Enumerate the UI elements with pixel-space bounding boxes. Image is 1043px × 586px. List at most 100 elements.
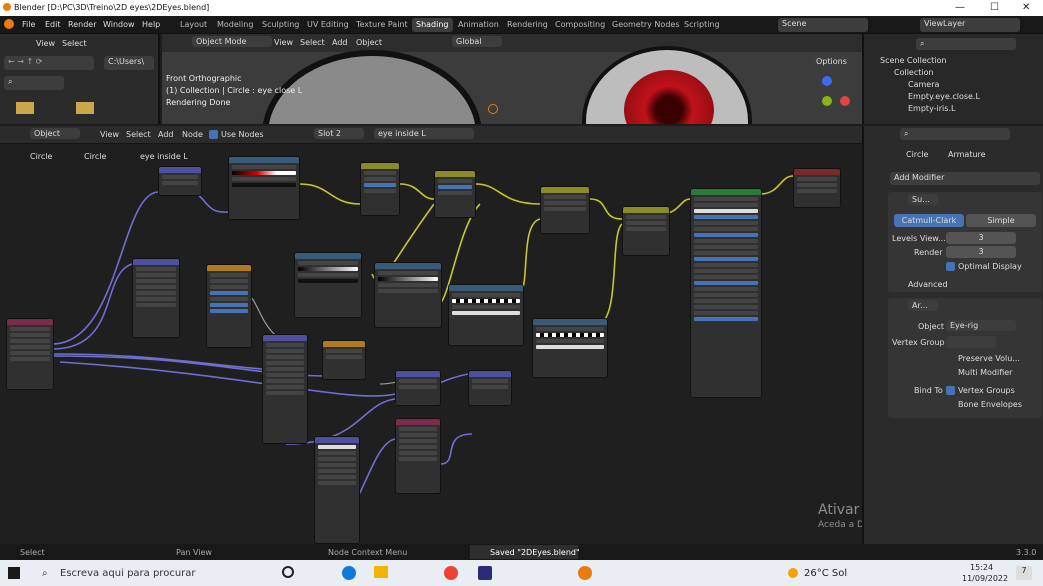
ne-menu-select[interactable]: Select (126, 130, 151, 139)
vp-menu-select[interactable]: Select (300, 38, 325, 47)
fb-select-menu[interactable]: Select (62, 39, 87, 48)
tab-compositing[interactable]: Compositing (551, 18, 609, 32)
object-type-selector[interactable]: Object (30, 128, 80, 139)
outliner-item[interactable]: Collection (894, 68, 934, 77)
notification-icon[interactable]: 7 (1016, 566, 1032, 580)
transform-orientation[interactable]: Global (452, 36, 502, 47)
gizmo-z-icon[interactable] (822, 76, 832, 86)
tab-modeling[interactable]: Modeling (213, 18, 257, 32)
props-search[interactable]: ⌕ (900, 128, 1010, 140)
gradient-texture-node[interactable] (322, 340, 366, 380)
overlay-node-1[interactable] (360, 162, 400, 216)
file-explorer-icon[interactable] (374, 566, 388, 578)
taskbar-search-box[interactable]: Escreva aqui para procurar (60, 568, 196, 579)
outliner-item[interactable]: Camera (908, 80, 939, 89)
colorramp-node-4[interactable] (448, 284, 524, 346)
clock-time[interactable]: 15:24 (970, 563, 993, 572)
fb-nav-buttons[interactable]: ← → ↑ ⟳ (4, 56, 94, 70)
options-button[interactable]: Options (812, 56, 851, 67)
subsurf-name-field[interactable]: Su... (908, 194, 938, 205)
search-icon[interactable]: ⌕ (42, 568, 48, 579)
texture-coordinate-node-2[interactable] (395, 418, 441, 494)
vertex-groups-checkbox[interactable] (946, 386, 955, 395)
advanced-subpanel[interactable]: Advanced (908, 280, 948, 289)
cortana-icon[interactable] (282, 566, 294, 578)
navigation-gizmo[interactable] (804, 74, 854, 114)
folder-icon[interactable] (16, 102, 34, 114)
simple-tab[interactable]: Simple (966, 214, 1036, 227)
colorramp-node[interactable] (228, 156, 300, 220)
clock-date[interactable]: 11/09/2022 (962, 574, 1008, 583)
node-editor-canvas[interactable]: Circle Circle eye inside L Ativar Aceda … (0, 144, 862, 544)
chrome-icon[interactable] (444, 566, 458, 580)
fb-search-field[interactable]: ⌕ (4, 76, 64, 90)
tab-shading[interactable]: Shading (412, 18, 453, 32)
mode-selector[interactable]: Object Mode (192, 36, 272, 47)
view-layer-selector[interactable]: ViewLayer (920, 18, 1020, 32)
outliner-search[interactable]: ⌕ (916, 38, 1016, 50)
tab-animation[interactable]: Animation (454, 18, 503, 32)
3d-cursor-icon[interactable] (488, 104, 498, 114)
menu-window[interactable]: Window (103, 20, 135, 29)
principled-bsdf-node[interactable] (690, 188, 762, 398)
levels-viewport-field[interactable]: 3 (946, 232, 1016, 244)
menu-edit[interactable]: Edit (45, 20, 61, 29)
folder-icon[interactable] (76, 102, 94, 114)
fb-view-menu[interactable]: View (36, 39, 55, 48)
optimal-display-checkbox[interactable] (946, 262, 955, 271)
colorramp-node-2[interactable] (294, 252, 362, 318)
outliner-item[interactable]: Scene Collection (880, 56, 947, 65)
multi-modifier-label[interactable]: Multi Modifier (958, 368, 1012, 377)
use-nodes-checkbox[interactable] (209, 130, 218, 139)
tab-texture-paint[interactable]: Texture Paint (352, 18, 412, 32)
outliner-item[interactable]: Empty-iris.L (908, 104, 955, 113)
weather-text[interactable]: 26°C Sol (804, 568, 847, 579)
overlay-node-2[interactable] (434, 170, 476, 218)
ne-menu-add[interactable]: Add (158, 130, 174, 139)
windows-start-icon[interactable] (8, 567, 20, 579)
mapping-node-3[interactable] (314, 436, 360, 544)
gizmo-x-icon[interactable] (840, 96, 850, 106)
mapping-node-2[interactable] (262, 334, 308, 444)
gizmo-y-icon[interactable] (822, 96, 832, 106)
separate-xyz-node[interactable] (468, 370, 512, 406)
vp-menu-object[interactable]: Object (356, 38, 382, 47)
edge-icon[interactable] (342, 566, 356, 580)
mix-node-1[interactable] (540, 186, 590, 234)
voronoi-texture-node[interactable] (206, 264, 252, 348)
menu-file[interactable]: File (22, 20, 35, 29)
scene-selector[interactable]: Scene (778, 18, 868, 32)
close-button[interactable]: ✕ (1022, 2, 1030, 13)
fb-path-field[interactable]: C:\Users\ (104, 56, 154, 70)
blender-menu-icon[interactable] (4, 19, 14, 29)
blender-taskbar-icon[interactable] (578, 566, 592, 580)
tab-uv-editing[interactable]: UV Editing (303, 18, 353, 32)
add-modifier-button[interactable]: Add Modifier (890, 172, 1040, 185)
menu-render[interactable]: Render (68, 20, 96, 29)
slot-selector[interactable]: Slot 2 (314, 128, 364, 139)
catmull-clark-tab[interactable]: Catmull-Clark (894, 214, 964, 227)
tab-sculpting[interactable]: Sculpting (258, 18, 303, 32)
vp-menu-view[interactable]: View (274, 38, 293, 47)
ne-menu-view[interactable]: View (100, 130, 119, 139)
vertex-group-field[interactable] (946, 336, 996, 348)
render-levels-field[interactable]: 3 (946, 246, 1016, 258)
colorramp-node-5[interactable] (532, 318, 608, 378)
tab-geometry-nodes[interactable]: Geometry Nodes (608, 18, 683, 32)
3d-viewport[interactable]: Object Mode View Select Add Object Globa… (162, 34, 862, 124)
mapping-node[interactable] (132, 258, 180, 338)
length-node[interactable] (158, 166, 202, 196)
premiere-icon[interactable] (478, 566, 492, 580)
vp-menu-add[interactable]: Add (332, 38, 348, 47)
colorramp-node-3[interactable] (374, 262, 442, 328)
armature-name-field[interactable]: Ar... (908, 300, 938, 311)
tab-scripting[interactable]: Scripting (680, 18, 724, 32)
material-selector[interactable]: eye inside L (374, 128, 474, 139)
maximize-button[interactable]: ☐ (990, 2, 999, 13)
preserve-volume-label[interactable]: Preserve Volu... (958, 354, 1020, 363)
mix-node-2[interactable] (622, 206, 670, 256)
menu-help[interactable]: Help (142, 20, 160, 29)
outliner-item[interactable]: Empty.eye.close.L (908, 92, 980, 101)
object-field[interactable]: Eye-rig (946, 320, 1016, 331)
ne-menu-node[interactable]: Node (182, 130, 203, 139)
